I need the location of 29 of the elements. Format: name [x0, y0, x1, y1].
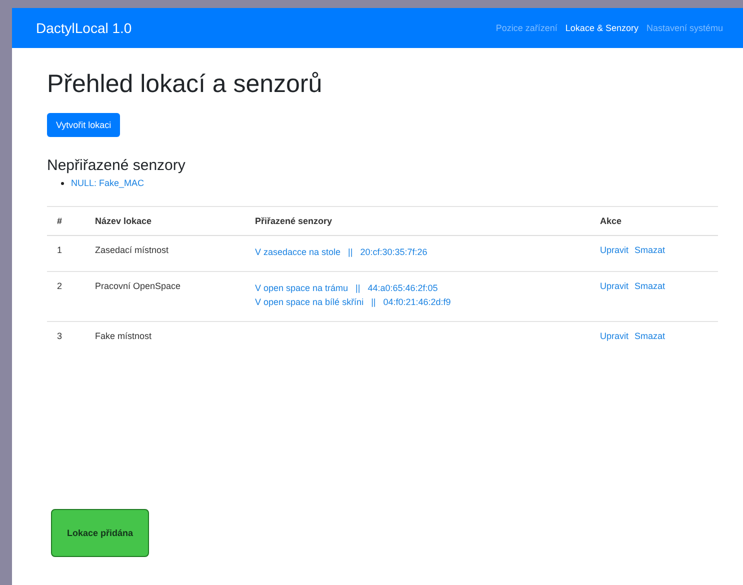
table-cell: Pracovní OpenSpace — [85, 272, 245, 322]
sensor-link[interactable]: V open space na trámu || 44:a0:65:46:2f:05 — [255, 281, 580, 295]
delete-link[interactable]: Smazat — [634, 245, 666, 255]
notification-toast: Lokace přidána — [51, 509, 149, 557]
column-header: Název lokace — [85, 206, 245, 236]
page-title: Přehled lokací a senzorů — [47, 70, 324, 99]
sensor-link[interactable]: NULL: Fake_MAC — [71, 178, 144, 188]
column-header: Akce — [590, 206, 718, 236]
nav-link[interactable]: Nastavení systému — [646, 23, 723, 33]
sensor-link[interactable]: V open space na bílé skříni || 04:f0:21:46:2d:f9 — [255, 295, 580, 309]
table-cell: Zasedací místnost — [85, 236, 245, 272]
table-cell: 3 — [47, 322, 85, 353]
edit-link[interactable]: Upravit — [600, 245, 629, 255]
edit-link[interactable]: Upravit — [600, 331, 629, 341]
nav-link[interactable]: Pozice zařízení — [496, 23, 558, 33]
section-heading: Nepřiřazené senzory — [47, 157, 186, 174]
brand-title[interactable]: DactylLocal 1.0 — [36, 20, 132, 36]
delete-link[interactable]: Smazat — [634, 331, 666, 341]
column-header: Přiřazené senzory — [245, 206, 590, 236]
table-cell: 2 — [47, 272, 85, 322]
table-cell: Fake místnost — [85, 322, 245, 353]
nav-link[interactable]: Lokace & Senzory — [565, 23, 638, 33]
edit-link[interactable]: Upravit — [600, 281, 629, 291]
table-cell: 1 — [47, 236, 85, 272]
sensor-link[interactable]: V zasedacce na stole || 20:cf:30:35:7f:26 — [255, 245, 580, 259]
create-location-button[interactable]: Vytvořit lokaci — [47, 113, 120, 137]
bullet-icon — [61, 182, 64, 184]
delete-link[interactable]: Smazat — [634, 281, 666, 291]
column-header: # — [47, 206, 85, 236]
